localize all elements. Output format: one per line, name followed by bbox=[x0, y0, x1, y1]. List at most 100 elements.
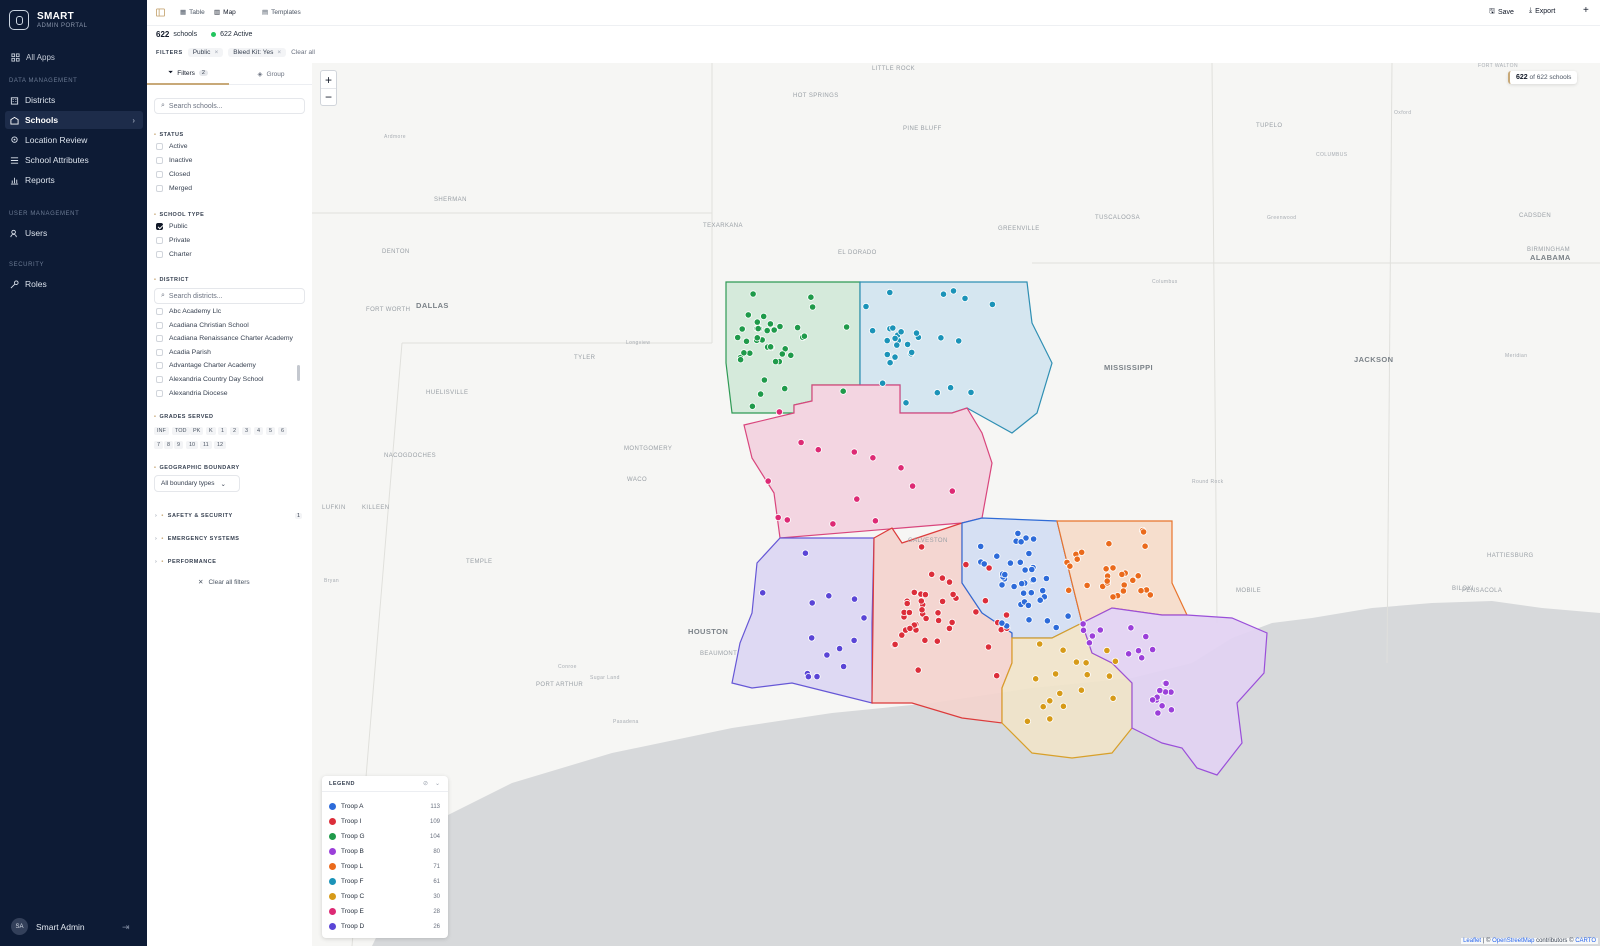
clear-all-filters-button[interactable]: ✕ Clear all filters bbox=[198, 578, 250, 587]
school-marker[interactable] bbox=[860, 614, 868, 622]
school-marker[interactable] bbox=[922, 614, 930, 623]
school-marker[interactable] bbox=[903, 340, 912, 348]
school-marker[interactable] bbox=[934, 616, 943, 625]
school-marker[interactable] bbox=[1051, 670, 1060, 678]
school-marker[interactable] bbox=[1066, 562, 1074, 570]
grade-chip[interactable]: 4 bbox=[254, 427, 264, 435]
school-marker[interactable] bbox=[807, 293, 815, 301]
school-marker[interactable] bbox=[814, 446, 822, 454]
school-marker[interactable] bbox=[839, 662, 848, 671]
checkbox-status-inactive[interactable]: Inactive bbox=[156, 157, 192, 164]
checkbox-status-merged[interactable]: Merged bbox=[156, 185, 192, 192]
school-marker[interactable] bbox=[948, 487, 956, 495]
school-marker[interactable] bbox=[988, 300, 997, 308]
school-marker[interactable] bbox=[1162, 679, 1170, 688]
legend-item[interactable]: Troop G 104 bbox=[329, 833, 440, 840]
school-marker[interactable] bbox=[981, 597, 990, 605]
school-marker[interactable] bbox=[1148, 645, 1157, 654]
close-icon[interactable]: × bbox=[277, 49, 281, 56]
school-marker[interactable] bbox=[808, 634, 816, 642]
sidebar-toggle-icon[interactable] bbox=[156, 8, 165, 17]
school-marker[interactable] bbox=[928, 570, 936, 578]
school-marker[interactable] bbox=[949, 287, 958, 295]
school-marker[interactable] bbox=[869, 454, 877, 462]
school-marker[interactable] bbox=[850, 448, 858, 456]
school-marker[interactable] bbox=[797, 438, 805, 447]
school-marker[interactable] bbox=[808, 599, 816, 607]
sidebar-item-reports[interactable]: Reports bbox=[5, 171, 143, 189]
school-marker[interactable] bbox=[891, 353, 899, 361]
school-marker[interactable] bbox=[801, 549, 809, 557]
school-marker[interactable] bbox=[946, 384, 955, 392]
school-marker[interactable] bbox=[1109, 564, 1117, 572]
school-marker[interactable] bbox=[1139, 528, 1148, 536]
school-marker[interactable] bbox=[1019, 589, 1028, 597]
school-marker[interactable] bbox=[1024, 601, 1033, 610]
school-marker[interactable] bbox=[759, 589, 767, 597]
school-marker[interactable] bbox=[775, 408, 783, 416]
school-marker[interactable] bbox=[910, 588, 918, 597]
grade-chip[interactable]: PK bbox=[190, 427, 204, 435]
school-marker[interactable] bbox=[825, 592, 833, 600]
district-option[interactable]: Advantage Charter Academy bbox=[156, 362, 256, 370]
grade-chip[interactable]: 8 bbox=[164, 441, 174, 449]
school-marker[interactable] bbox=[1127, 624, 1135, 632]
grade-chip[interactable]: TOD bbox=[172, 427, 190, 435]
school-marker[interactable] bbox=[1079, 626, 1088, 634]
school-marker[interactable] bbox=[1105, 540, 1113, 548]
add-icon[interactable]: + bbox=[1583, 5, 1589, 16]
sidebar-item-location-review[interactable]: Location Review bbox=[5, 131, 143, 149]
grade-chip[interactable]: K bbox=[206, 427, 216, 435]
school-marker[interactable] bbox=[1124, 650, 1133, 658]
section-performance[interactable]: › • PERFORMANCE bbox=[155, 559, 216, 565]
sidebar-item-school-attributes[interactable]: School Attributes bbox=[5, 151, 143, 169]
school-marker[interactable] bbox=[1059, 646, 1067, 654]
school-marker[interactable] bbox=[736, 356, 745, 364]
school-marker[interactable] bbox=[1156, 686, 1164, 695]
school-marker[interactable] bbox=[1079, 620, 1087, 628]
school-marker[interactable] bbox=[1002, 611, 1011, 619]
checkbox[interactable] bbox=[156, 237, 163, 244]
school-marker[interactable] bbox=[760, 312, 768, 320]
school-marker[interactable] bbox=[937, 334, 945, 342]
school-marker[interactable] bbox=[781, 384, 789, 393]
school-marker[interactable] bbox=[742, 337, 751, 345]
school-marker[interactable] bbox=[906, 624, 914, 633]
close-icon[interactable]: × bbox=[214, 49, 218, 56]
school-marker[interactable] bbox=[893, 341, 901, 349]
all-apps-link[interactable]: All Apps bbox=[11, 53, 55, 62]
school-marker[interactable] bbox=[886, 359, 894, 367]
school-marker[interactable] bbox=[902, 399, 910, 407]
school-marker[interactable] bbox=[912, 329, 921, 337]
school-marker[interactable] bbox=[1082, 659, 1090, 667]
school-marker[interactable] bbox=[740, 349, 748, 357]
district-option[interactable]: Abc Academy Llc bbox=[156, 308, 221, 315]
school-marker[interactable] bbox=[886, 288, 894, 297]
school-marker[interactable] bbox=[1142, 632, 1150, 641]
school-marker[interactable] bbox=[980, 560, 988, 568]
checkbox[interactable] bbox=[156, 348, 163, 356]
school-marker[interactable] bbox=[961, 294, 969, 302]
school-marker[interactable] bbox=[917, 543, 926, 551]
school-marker[interactable] bbox=[1154, 709, 1162, 717]
clear-all-link[interactable]: Clear all bbox=[291, 49, 315, 56]
school-marker[interactable] bbox=[908, 348, 916, 356]
search-schools-input[interactable]: ⌕ Search schools... bbox=[154, 98, 305, 114]
school-marker[interactable] bbox=[783, 516, 791, 524]
school-marker[interactable] bbox=[933, 637, 941, 645]
grade-chip[interactable]: 2 bbox=[230, 427, 240, 435]
school-marker[interactable] bbox=[908, 482, 917, 490]
school-marker[interactable] bbox=[1134, 572, 1142, 580]
legend-item[interactable]: Troop D 26 bbox=[329, 923, 440, 930]
school-marker[interactable] bbox=[823, 651, 831, 659]
leaflet-link[interactable]: Leaflet bbox=[1463, 938, 1481, 944]
school-marker[interactable] bbox=[853, 495, 861, 503]
grade-chip[interactable]: 10 bbox=[186, 441, 199, 449]
school-marker[interactable] bbox=[813, 672, 821, 681]
school-marker[interactable] bbox=[1036, 640, 1044, 648]
school-marker[interactable] bbox=[766, 343, 775, 351]
school-marker[interactable] bbox=[1065, 586, 1073, 594]
school-marker[interactable] bbox=[778, 350, 786, 358]
sidebar-item-schools[interactable]: Schools › bbox=[5, 111, 143, 129]
school-marker[interactable] bbox=[1078, 548, 1086, 556]
